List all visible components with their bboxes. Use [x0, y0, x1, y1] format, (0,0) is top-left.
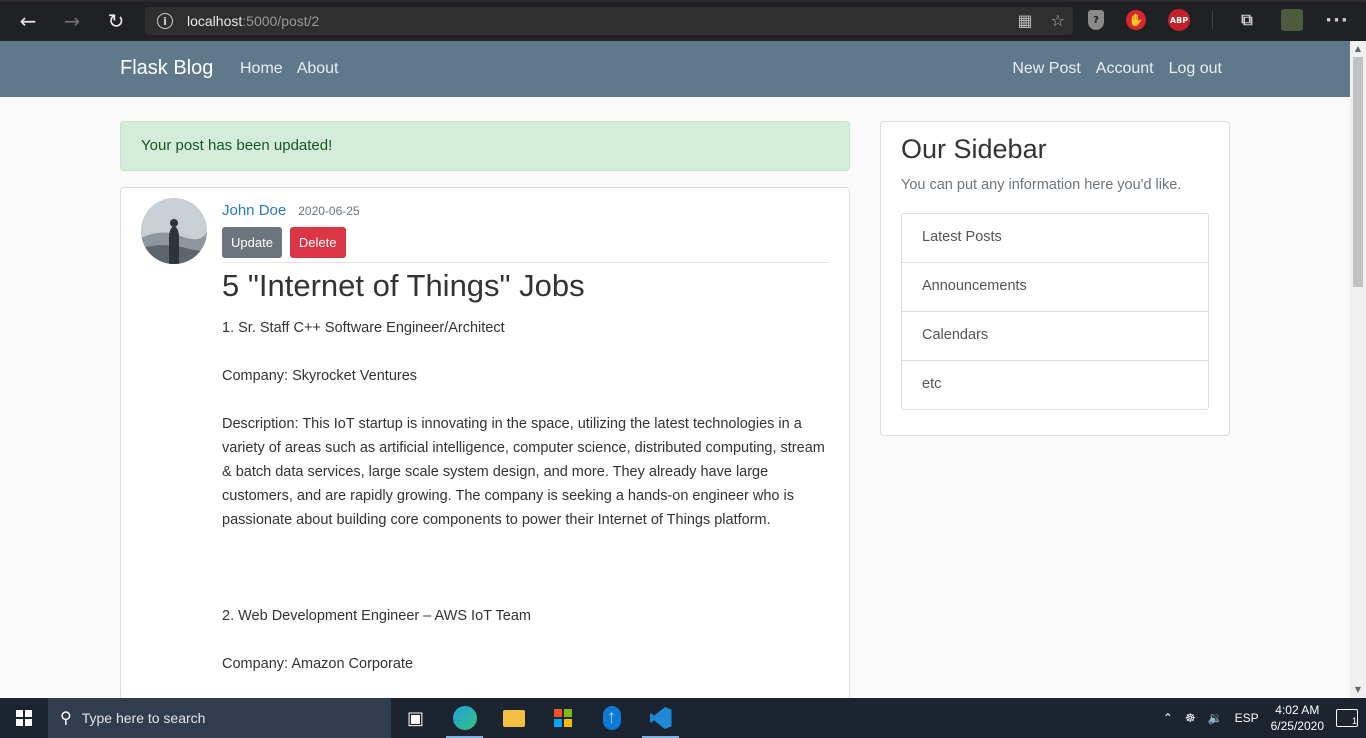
notification-center-icon[interactable]: 1	[1336, 709, 1358, 727]
nav-about-link[interactable]: About	[297, 60, 339, 78]
sidebar: Our Sidebar You can put any information …	[880, 121, 1230, 436]
sidebar-title: Our Sidebar	[901, 134, 1047, 164]
sidebar-list: Latest Posts Announcements Calendars etc	[901, 213, 1209, 410]
web-page: Flask Blog Home About New Post Account L…	[0, 41, 1350, 698]
windows-logo-icon	[16, 710, 32, 726]
stop-hand-extension-icon[interactable]: ✋	[1126, 10, 1146, 30]
url-host: localhost	[187, 13, 243, 29]
site-navbar: Flask Blog Home About New Post Account L…	[0, 41, 1350, 97]
scroll-up-icon[interactable]: ▲	[1353, 44, 1363, 53]
clock-time: 4:02 AM	[1275, 703, 1320, 717]
translate-icon[interactable]: ▦	[1018, 11, 1033, 30]
delete-button[interactable]: Delete	[289, 227, 346, 258]
nav-new-post-link[interactable]: New Post	[1012, 60, 1080, 78]
sidebar-subtitle: You can put any information here you'd l…	[901, 177, 1182, 193]
post-date: 2020-06-25	[298, 204, 360, 218]
system-clock[interactable]: 4:02 AM 6/25/2020	[1271, 702, 1324, 734]
site-info-icon[interactable]: i	[157, 13, 173, 29]
sidebar-item-etc[interactable]: etc	[902, 361, 1208, 409]
search-icon: ⚲	[60, 710, 72, 727]
search-placeholder: Type here to search	[81, 710, 206, 726]
url-path: :5000/post/2	[242, 13, 320, 29]
task-view-icon[interactable]: ▣	[391, 698, 440, 738]
adblock-extension-icon[interactable]: ABP	[1168, 9, 1190, 31]
profile-avatar-icon[interactable]	[1281, 9, 1303, 31]
language-indicator[interactable]: ESP	[1235, 711, 1259, 725]
avatar-photo-icon	[141, 198, 207, 264]
notification-count: 1	[1351, 716, 1357, 726]
scroll-thumb[interactable]	[1353, 57, 1363, 287]
back-arrow-icon[interactable]: ←	[6, 0, 50, 41]
tab-strip-edge	[0, 0, 1366, 2]
volume-icon[interactable]: 🔉	[1208, 711, 1223, 725]
taskbar-search[interactable]: ⚲ Type here to search	[48, 698, 391, 738]
nav-home-link[interactable]: Home	[240, 60, 283, 78]
network-icon[interactable]: ☸	[1185, 711, 1196, 725]
post-content: 1. Sr. Staff C++ Software Engineer/Archi…	[222, 316, 827, 698]
vscode-icon[interactable]	[636, 698, 685, 738]
post-paragraph: Description: This IoT startup is innovat…	[222, 416, 825, 528]
edge-browser-icon[interactable]	[440, 698, 489, 738]
url-text[interactable]: localhost:5000/post/2	[187, 13, 319, 29]
nav-logout-link[interactable]: Log out	[1169, 60, 1222, 78]
post-article: John Doe 2020-06-25 Update Delete 5 "Int…	[120, 187, 850, 698]
show-hidden-icons-icon[interactable]: ⌃	[1163, 711, 1173, 725]
favorite-star-icon[interactable]: ☆	[1051, 11, 1065, 30]
post-title: 5 "Internet of Things" Jobs	[222, 268, 585, 303]
brand-logo[interactable]: Flask Blog	[120, 57, 213, 80]
post-paragraph: 1. Sr. Staff C++ Software Engineer/Archi…	[222, 320, 505, 336]
meta-divider	[222, 262, 829, 263]
address-bar[interactable]: i localhost:5000/post/2 ▦ ☆	[145, 7, 1073, 35]
author-avatar	[141, 198, 207, 264]
sidebar-item-latest-posts[interactable]: Latest Posts	[902, 214, 1208, 263]
file-explorer-icon[interactable]	[489, 698, 538, 738]
sidebar-item-calendars[interactable]: Calendars	[902, 312, 1208, 361]
browser-toolbar: ← → ↻ i localhost:5000/post/2 ▦ ☆ ? ✋ AB…	[0, 0, 1366, 41]
microsoft-store-icon[interactable]	[538, 698, 587, 738]
sidebar-item-announcements[interactable]: Announcements	[902, 263, 1208, 312]
refresh-icon[interactable]: ↻	[94, 0, 138, 41]
clock-date: 6/25/2020	[1270, 719, 1324, 733]
privacy-shield-icon[interactable]: ?	[1088, 10, 1104, 30]
more-menu-icon[interactable]: ···	[1325, 8, 1349, 32]
post-paragraph: Company: Amazon Corporate	[222, 656, 414, 672]
post-paragraph: Company: Skyrocket Ventures	[222, 368, 418, 384]
windows-taskbar: ⚲ Type here to search ▣ ᛏ ⌃ ☸ 🔉 ESP 4:02…	[0, 698, 1366, 738]
scroll-down-icon[interactable]: ▼	[1353, 685, 1363, 694]
author-link[interactable]: John Doe	[222, 202, 286, 219]
forward-arrow-icon[interactable]: →	[50, 0, 94, 41]
update-button[interactable]: Update	[222, 227, 282, 258]
nav-account-link[interactable]: Account	[1096, 60, 1154, 78]
post-paragraph: 2. Web Development Engineer – AWS IoT Te…	[222, 608, 531, 624]
collections-icon[interactable]: ⧉	[1235, 8, 1259, 32]
page-scrollbar[interactable]: ▲ ▼	[1350, 41, 1366, 698]
success-alert: Your post has been updated!	[120, 121, 850, 171]
start-button[interactable]	[0, 698, 48, 738]
toolbar-separator	[1212, 11, 1213, 29]
bluetooth-icon[interactable]: ᛏ	[587, 698, 636, 738]
